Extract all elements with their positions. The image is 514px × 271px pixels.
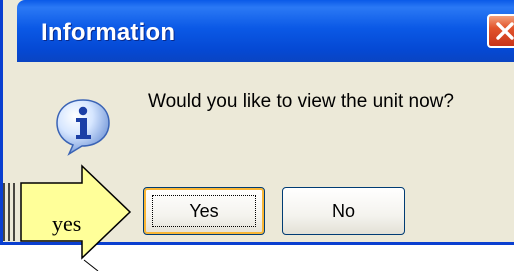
no-button-label: No: [331, 200, 355, 221]
yes-button[interactable]: Yes: [143, 187, 265, 235]
title-bar[interactable]: Information: [17, 0, 514, 62]
page-background-strip: [0, 245, 514, 271]
dialog-title: Information: [41, 19, 176, 46]
information-dialog: Information Would you like to view the u…: [0, 0, 514, 245]
close-button[interactable]: [487, 14, 514, 48]
info-icon: [56, 99, 110, 156]
screenshot-stage: Information Would you like to view the u…: [0, 0, 514, 271]
no-button[interactable]: No: [282, 187, 405, 235]
close-icon: [496, 22, 514, 40]
focus-rectangle: [152, 195, 256, 227]
annotation-label: yes: [52, 211, 82, 236]
dialog-message: Would you like to view the unit now?: [148, 91, 454, 112]
